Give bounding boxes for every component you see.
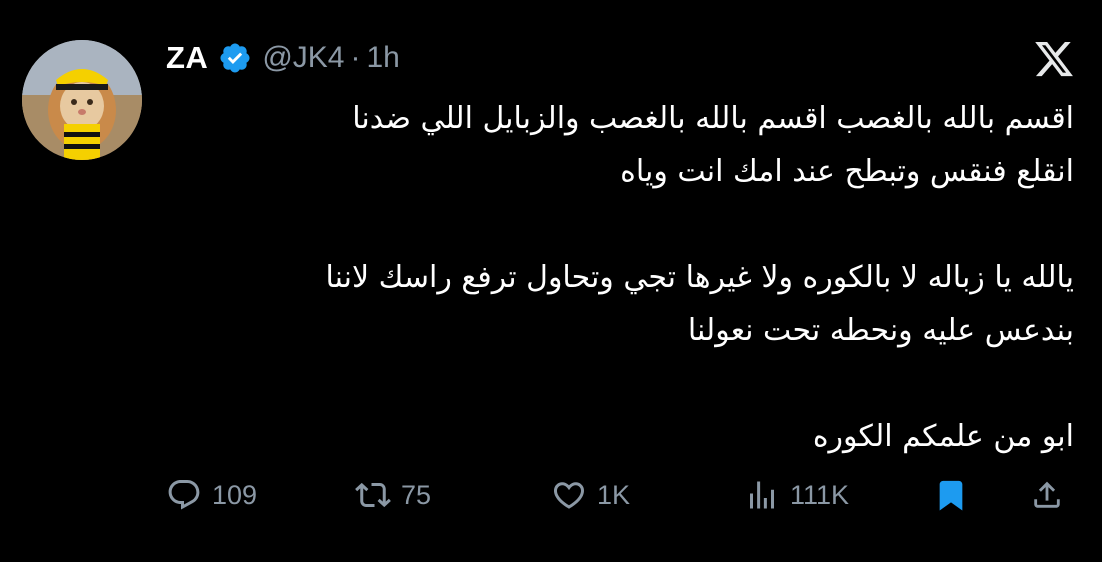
action-bar: 109 75 1K 111K [0,470,1102,520]
verified-badge-icon [218,41,252,75]
tweet-header: ZA @JK4 · 1h [166,36,400,80]
repost-count: 75 [401,479,432,510]
display-name[interactable]: ZA [166,40,208,76]
x-logo-icon[interactable] [1032,38,1076,80]
tweet-line: اقسم بالله بالغصب اقسم بالله بالغصب والز… [352,101,1074,136]
tweet-line: بندعس عليه ونحطه تحت نعولنا [687,313,1074,348]
like-button[interactable]: 1K [551,470,630,520]
tweet-line: يالله يا زباله لا بالكوره ولا غيرها تجي … [325,260,1074,295]
repost-button[interactable]: 75 [355,470,431,520]
share-button[interactable] [1030,470,1064,520]
views-icon [744,477,780,513]
reply-count: 109 [212,479,258,510]
like-count: 1K [597,479,631,510]
repost-icon [355,477,391,513]
tweet-text: اقسم بالله بالغصب اقسم بالله بالغصب والز… [74,92,1074,463]
reply-icon [166,477,202,513]
share-icon [1030,478,1064,512]
timestamp[interactable]: 1h [366,41,399,75]
tweet-line-break [74,198,1074,251]
heart-icon [551,477,587,513]
separator-dot: · [350,41,361,74]
reply-button[interactable]: 109 [166,470,257,520]
views-button[interactable]: 111K [744,470,849,520]
bookmark-icon [934,478,968,512]
tweet-line-break [74,357,1074,410]
views-count: 111K [790,479,850,510]
tweet-line: انقلع فنقس وتبطح عند امك انت وياه [620,154,1074,189]
bookmark-button[interactable] [934,470,968,520]
tweet-line: ابو من علمكم الكوره [812,419,1074,454]
tweet-card[interactable]: ZA @JK4 · 1h اقسم بالله بالغصب اقسم بالل… [0,0,1102,562]
handle[interactable]: @JK4 [262,41,344,75]
